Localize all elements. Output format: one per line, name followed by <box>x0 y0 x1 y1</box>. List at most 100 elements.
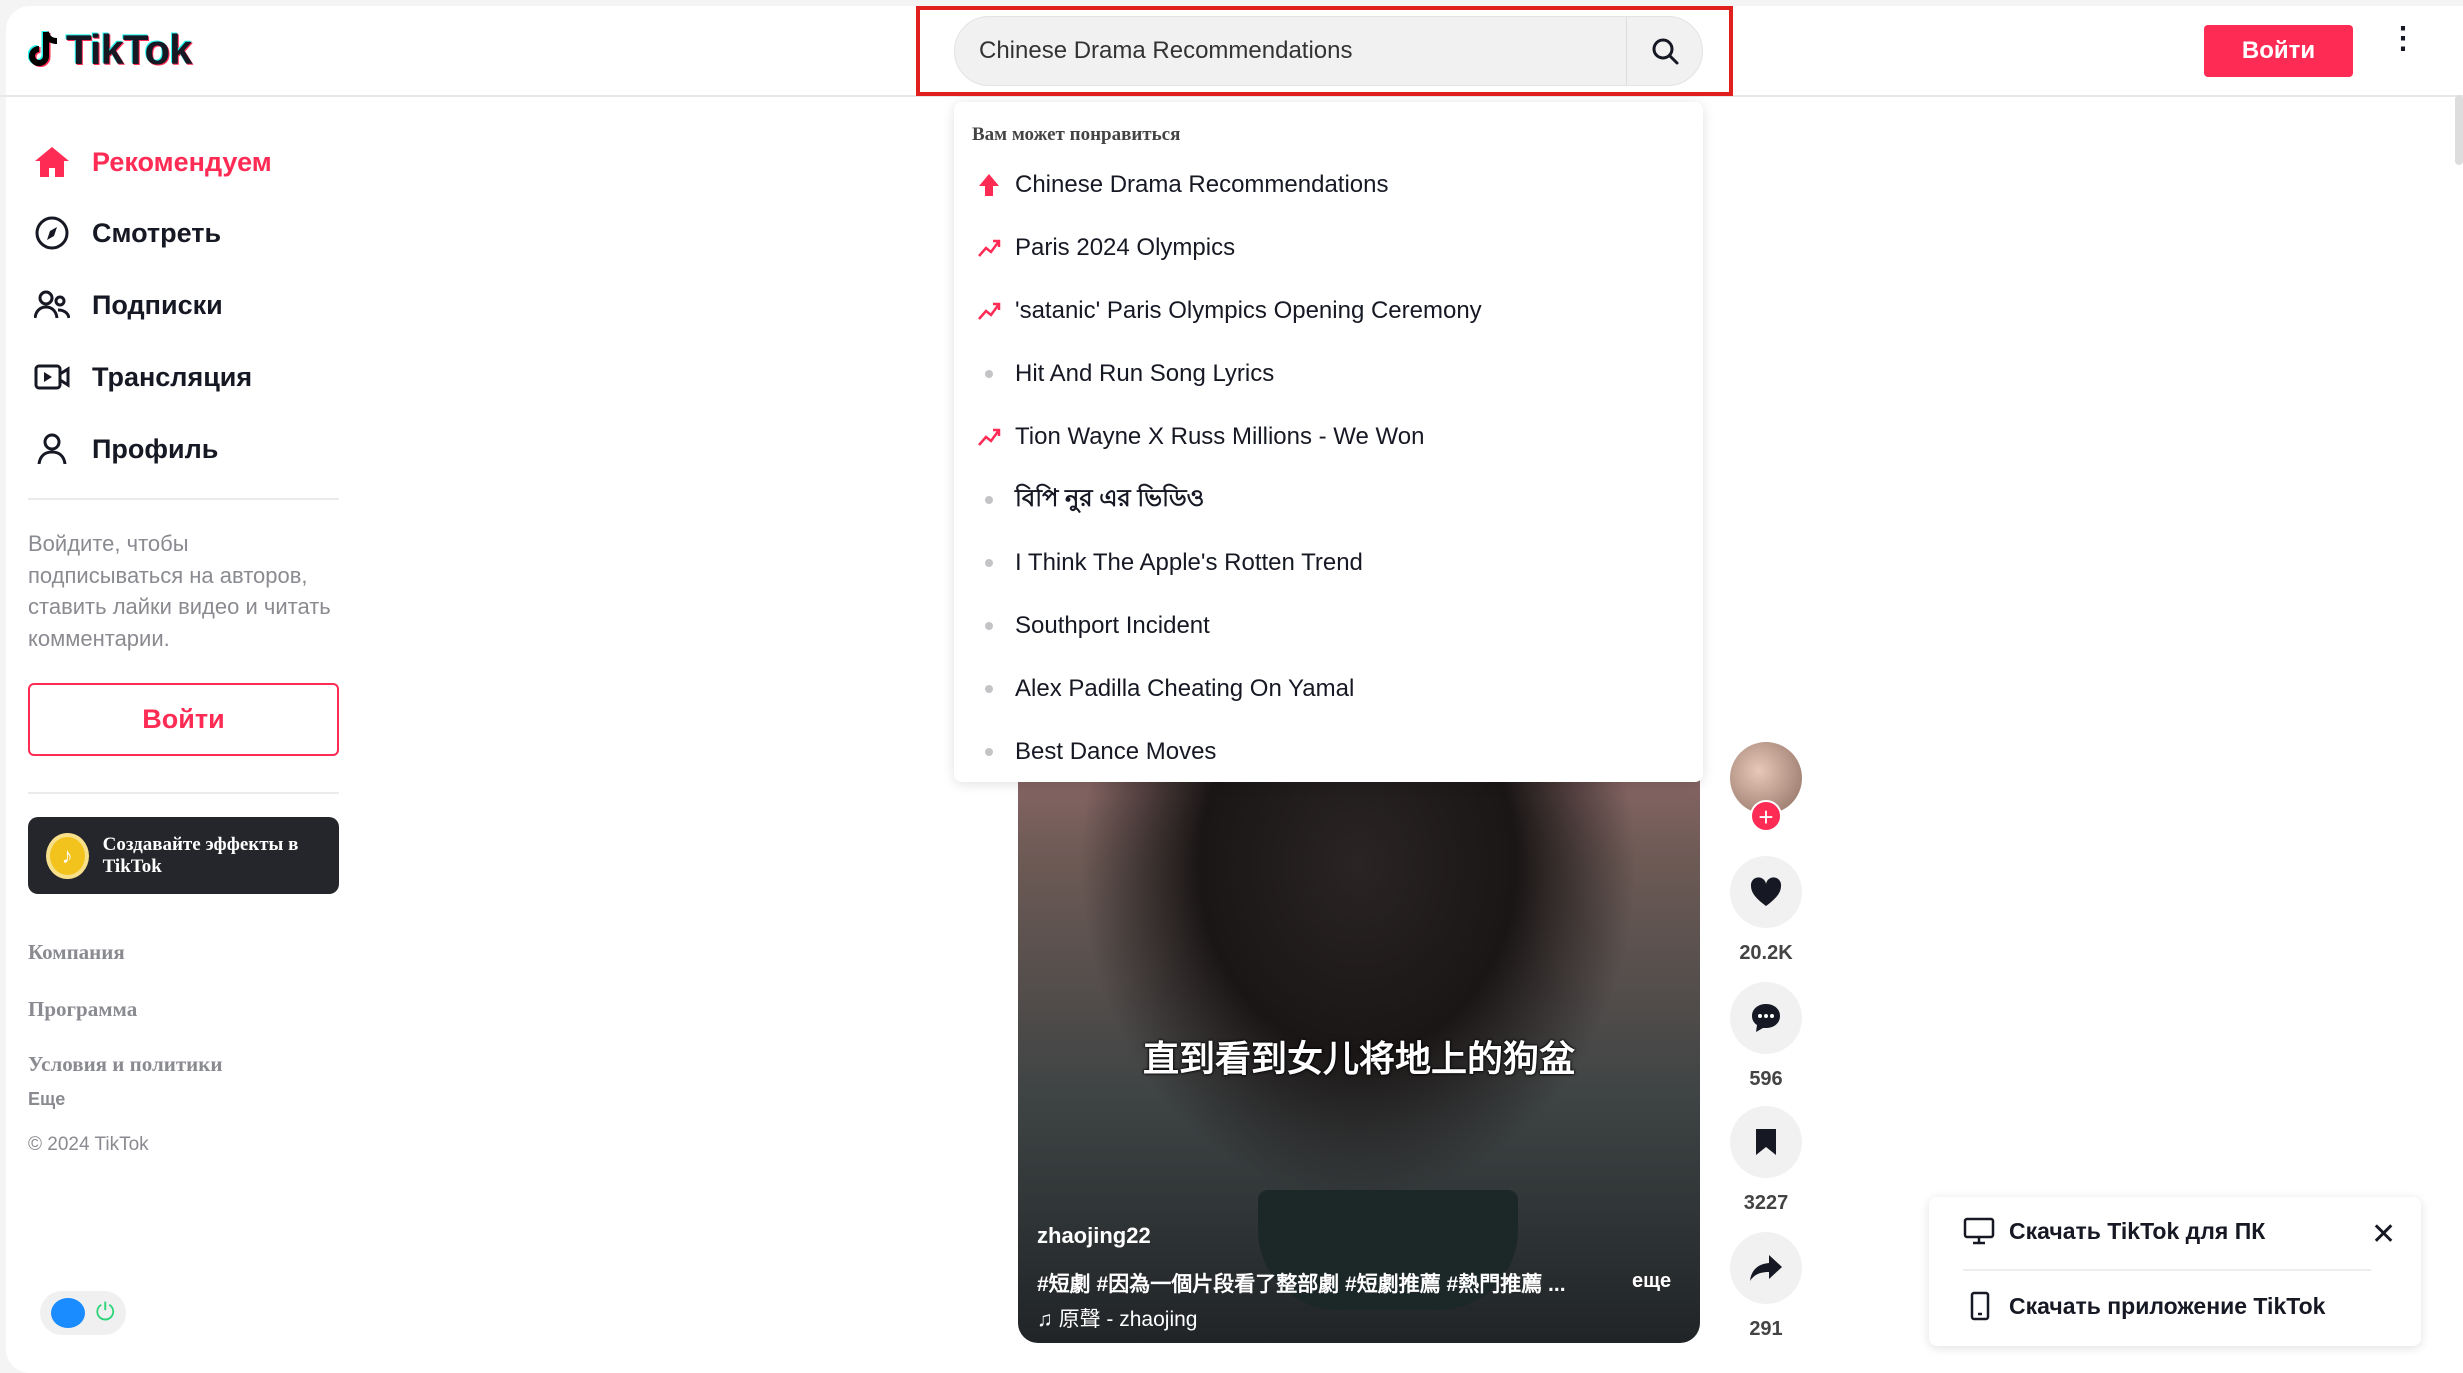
search-bar <box>954 16 1703 86</box>
close-icon[interactable]: ✕ <box>2371 1217 2396 1252</box>
trending-icon <box>954 301 1015 321</box>
more-menu-icon[interactable]: ⋮ <box>2388 24 2418 54</box>
search-button[interactable] <box>1626 17 1702 85</box>
sidebar-item-profile[interactable]: Профиль <box>32 424 218 474</box>
search-icon <box>1652 38 1678 65</box>
suggestion-label: Paris 2024 Olympics <box>1015 234 1236 261</box>
share-count: 291 <box>1749 1318 1783 1340</box>
download-app-label: Скачать приложение TikTok <box>2009 1292 2326 1319</box>
suggestion-item[interactable]: Alex Padilla Cheating On Yamal <box>954 659 1703 719</box>
comment-icon <box>1752 1004 1780 1032</box>
dot-icon <box>954 370 1015 378</box>
footer-link-more[interactable]: Еще <box>28 1089 65 1110</box>
live-camera-icon <box>32 364 72 390</box>
login-note: Войдите, чтобы подписываться на авторов,… <box>28 531 331 651</box>
save-action: 3227 <box>1730 1106 1802 1215</box>
suggestion-label: Hit And Run Song Lyrics <box>1015 360 1275 387</box>
video-hashtags[interactable]: #短劇 #因為一個片段看了整部劇 #短劇推薦 #熱門推薦 ... <box>1037 1268 1597 1298</box>
music-note-icon: ♫ <box>1037 1308 1059 1331</box>
home-icon <box>32 146 72 178</box>
comment-action: 596 <box>1730 982 1802 1091</box>
search-suggestions: Вам может понравиться Chinese Drama Reco… <box>954 102 1703 782</box>
dot-icon <box>954 748 1015 756</box>
sidebar-item-label: Подписки <box>92 289 223 320</box>
effects-banner-text: Создавайте эффекты в TikTok <box>102 833 299 877</box>
suggestion-label: বিপি নুর এর ভিডিও <box>1015 485 1205 512</box>
header: TikTok Войти ⋮ <box>0 0 2463 97</box>
video-subtitle: 直到看到女儿将地上的狗盆 <box>1142 1038 1575 1079</box>
like-count: 20.2K <box>1739 942 1793 964</box>
comment-button[interactable] <box>1730 982 1802 1054</box>
dot-icon <box>954 559 1015 567</box>
create-effects-banner[interactable]: ♪ Создавайте эффекты в TikTok <box>28 817 339 894</box>
share-icon <box>1750 1255 1782 1281</box>
sidebar-item-live[interactable]: Трансляция <box>32 352 252 402</box>
suggestion-item[interactable]: বিপি নুর এর ভিডিও <box>954 470 1703 530</box>
suggestion-label: Tion Wayne X Russ Millions - We Won <box>1015 423 1425 450</box>
like-button[interactable] <box>1730 856 1802 928</box>
sidebar-item-label: Рекомендуем <box>92 146 272 177</box>
effect-coin-icon: ♪ <box>46 832 89 879</box>
sidebar-login-button[interactable]: Войти <box>28 683 339 756</box>
suggestion-item[interactable]: Southport Incident <box>954 596 1703 656</box>
search-input[interactable] <box>955 37 1626 65</box>
save-count: 3227 <box>1743 1192 1789 1214</box>
sidebar-item-label: Трансляция <box>92 361 253 392</box>
compass-icon <box>32 216 72 250</box>
save-button[interactable] <box>1730 1106 1802 1178</box>
download-popup: Скачать TikTok для ПК ✕ Скачать приложен… <box>1929 1197 2421 1346</box>
heart-icon <box>1750 877 1782 906</box>
share-button[interactable] <box>1730 1232 1802 1304</box>
extension-widget: ⏻ <box>40 1291 126 1335</box>
suggestions-heading: Вам может понравиться <box>972 124 1181 145</box>
suggestion-item[interactable]: Paris 2024 Olympics <box>954 218 1703 278</box>
power-icon[interactable]: ⏻ <box>96 1299 115 1327</box>
sidebar-item-label: Профиль <box>92 433 219 464</box>
tiktok-logo[interactable]: TikTok <box>28 26 192 74</box>
page-scrollbar[interactable] <box>2455 95 2463 165</box>
music-label: 原聲 - zhaojing <box>1058 1308 1198 1331</box>
video-author[interactable]: zhaojing22 <box>1037 1223 1151 1249</box>
suggestion-item[interactable]: 'satanic' Paris Olympics Opening Ceremon… <box>954 281 1703 341</box>
logo-text: TikTok <box>66 26 192 73</box>
like-action: 20.2K <box>1730 856 1802 965</box>
download-pc-link[interactable]: Скачать TikTok для ПК <box>1963 1217 2265 1245</box>
suggestion-item[interactable]: Chinese Drama Recommendations <box>954 155 1703 215</box>
suggestion-item[interactable]: Tion Wayne X Russ Millions - We Won <box>954 407 1703 467</box>
divider <box>28 498 339 500</box>
suggestion-label: Chinese Drama Recommendations <box>1015 171 1389 198</box>
suggestion-item[interactable]: I Think The Apple's Rotten Trend <box>954 533 1703 593</box>
footer-link-company[interactable]: Компания <box>28 940 125 965</box>
dot-icon <box>954 685 1015 693</box>
login-button[interactable]: Войти <box>2204 25 2353 77</box>
dot-icon <box>954 622 1015 630</box>
suggestion-label: 'satanic' Paris Olympics Opening Ceremon… <box>1015 297 1482 324</box>
hot-arrow-icon <box>954 173 1015 197</box>
iq-extension-icon[interactable] <box>51 1298 86 1328</box>
download-app-link[interactable]: Скачать приложение TikTok <box>1963 1291 2325 1321</box>
trending-icon <box>954 427 1015 447</box>
footer-link-terms[interactable]: Условия и политики <box>28 1052 222 1077</box>
share-action: 291 <box>1730 1232 1802 1341</box>
users-icon <box>32 290 72 320</box>
phone-icon <box>1970 1291 1990 1321</box>
monitor-icon <box>1963 1217 1995 1245</box>
tiktok-note-icon <box>28 31 58 67</box>
sidebar-item-recommended[interactable]: Рекомендуем <box>32 137 272 187</box>
download-pc-label: Скачать TikTok для ПК <box>2009 1217 2266 1244</box>
sidebar-item-following[interactable]: Подписки <box>32 280 223 330</box>
follow-plus-icon[interactable]: + <box>1750 800 1782 832</box>
suggestion-item[interactable]: Best Dance Moves <box>954 722 1703 782</box>
suggestion-label: I Think The Apple's Rotten Trend <box>1015 549 1363 576</box>
video-music[interactable]: ♫ 原聲 - zhaojing <box>1037 1303 1197 1333</box>
suggestion-label: Alex Padilla Cheating On Yamal <box>1015 675 1355 702</box>
bookmark-icon <box>1756 1129 1776 1155</box>
sidebar-item-explore[interactable]: Смотреть <box>32 208 221 258</box>
video-more-link[interactable]: еще <box>1632 1270 1671 1293</box>
suggestion-label: Southport Incident <box>1015 612 1210 639</box>
footer-link-program[interactable]: Программа <box>28 997 137 1022</box>
suggestion-item[interactable]: Hit And Run Song Lyrics <box>954 344 1703 404</box>
user-icon <box>32 433 72 465</box>
dot-icon <box>954 496 1015 504</box>
sidebar-item-label: Смотреть <box>92 217 222 248</box>
